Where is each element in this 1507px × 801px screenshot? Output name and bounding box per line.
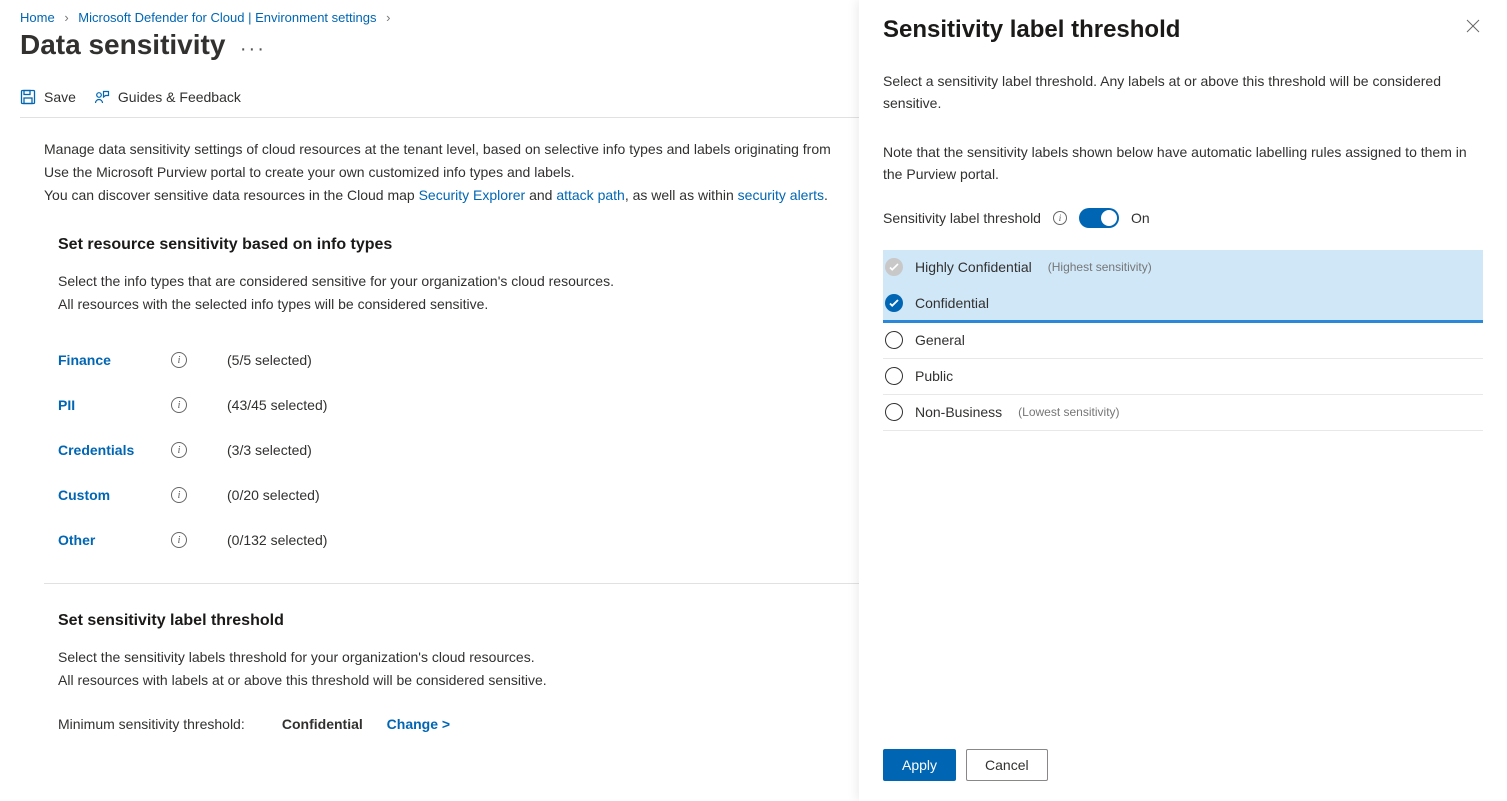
chevron-right-icon: › (386, 10, 390, 25)
radio-unchecked-icon (885, 331, 903, 349)
info-type-credentials-link[interactable]: Credentials (58, 442, 171, 458)
security-alerts-link[interactable]: security alerts (738, 187, 824, 203)
breadcrumb-home[interactable]: Home (20, 10, 55, 25)
info-type-count: (43/45 selected) (227, 397, 327, 413)
label-option-non-business[interactable]: Non-Business (Lowest sensitivity) (883, 395, 1483, 431)
more-actions-button[interactable]: ··· (240, 38, 266, 61)
info-type-finance-link[interactable]: Finance (58, 352, 171, 368)
save-icon (20, 89, 36, 105)
check-circle-icon (885, 294, 903, 312)
threshold-toggle-row: Sensitivity label threshold i On (883, 208, 1483, 228)
info-type-custom-link[interactable]: Custom (58, 487, 171, 503)
label-option-general[interactable]: General (883, 323, 1483, 359)
guides-feedback-button[interactable]: Guides & Feedback (94, 89, 241, 105)
radio-unchecked-icon (885, 403, 903, 421)
save-button[interactable]: Save (20, 89, 76, 105)
info-icon[interactable]: i (1053, 211, 1067, 225)
apply-button[interactable]: Apply (883, 749, 956, 781)
label-list: Highly Confidential (Highest sensitivity… (883, 250, 1483, 431)
panel-p1: Select a sensitivity label threshold. An… (883, 70, 1483, 115)
label-name: Confidential (915, 295, 989, 311)
close-button[interactable] (1463, 16, 1483, 36)
label-hint: (Lowest sensitivity) (1018, 405, 1119, 419)
change-threshold-link[interactable]: Change > (387, 716, 450, 732)
close-icon (1466, 19, 1480, 33)
security-explorer-link[interactable]: Security Explorer (419, 187, 526, 203)
toggle-label: Sensitivity label threshold (883, 210, 1041, 226)
info-type-count: (3/3 selected) (227, 442, 312, 458)
sensitivity-threshold-panel: Sensitivity label threshold Select a sen… (859, 0, 1507, 801)
panel-p2: Note that the sensitivity labels shown b… (883, 141, 1483, 186)
label-name: General (915, 332, 965, 348)
person-feedback-icon (94, 89, 110, 105)
threshold-toggle[interactable] (1079, 208, 1119, 228)
label-option-confidential[interactable]: Confidential (883, 286, 1483, 323)
radio-unchecked-icon (885, 367, 903, 385)
panel-title: Sensitivity label threshold (883, 16, 1180, 44)
info-type-pii-link[interactable]: PII (58, 397, 171, 413)
cancel-button[interactable]: Cancel (966, 749, 1048, 781)
label-hint: (Highest sensitivity) (1048, 260, 1152, 274)
check-circle-icon (885, 258, 903, 276)
info-type-count: (0/132 selected) (227, 532, 327, 548)
toggle-state: On (1131, 210, 1150, 226)
panel-footer: Apply Cancel (859, 733, 1507, 801)
page-title: Data sensitivity (20, 29, 225, 61)
label-name: Non-Business (915, 404, 1002, 420)
info-icon[interactable]: i (171, 352, 187, 368)
chevron-right-icon: › (64, 10, 68, 25)
min-threshold-value: Confidential (282, 716, 363, 732)
save-label: Save (44, 89, 76, 105)
info-type-other-link[interactable]: Other (58, 532, 171, 548)
guides-label: Guides & Feedback (118, 89, 241, 105)
panel-body: Select a sensitivity label threshold. An… (859, 44, 1507, 733)
info-type-count: (0/20 selected) (227, 487, 320, 503)
label-name: Public (915, 368, 953, 384)
info-icon[interactable]: i (171, 532, 187, 548)
info-type-count: (5/5 selected) (227, 352, 312, 368)
panel-header: Sensitivity label threshold (859, 0, 1507, 44)
label-option-highly-confidential[interactable]: Highly Confidential (Highest sensitivity… (883, 250, 1483, 286)
info-icon[interactable]: i (171, 442, 187, 458)
breadcrumb-env-settings[interactable]: Microsoft Defender for Cloud | Environme… (78, 10, 376, 25)
attack-path-link[interactable]: attack path (556, 187, 625, 203)
min-threshold-label: Minimum sensitivity threshold: (58, 716, 278, 732)
info-icon[interactable]: i (171, 397, 187, 413)
label-name: Highly Confidential (915, 259, 1032, 275)
label-option-public[interactable]: Public (883, 359, 1483, 395)
info-icon[interactable]: i (171, 487, 187, 503)
